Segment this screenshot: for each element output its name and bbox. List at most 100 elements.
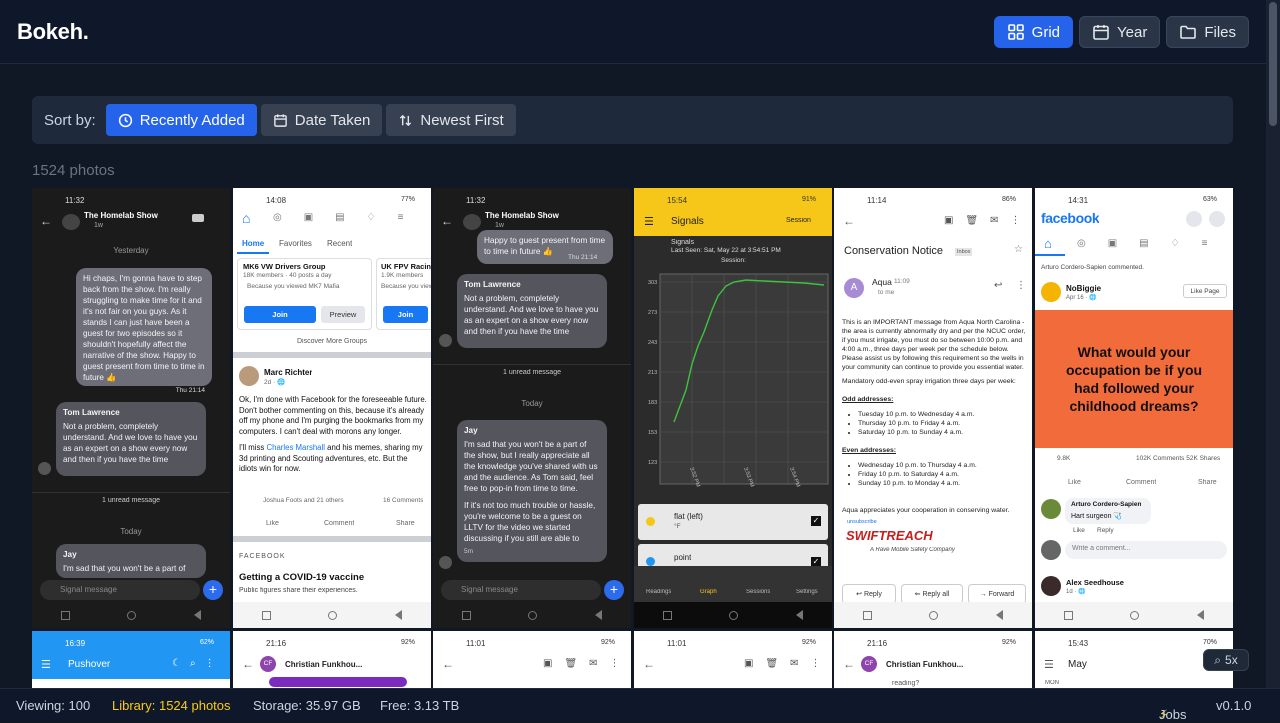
android-nav-bar	[834, 602, 1032, 628]
message-sender: Jay	[464, 426, 478, 435]
folder-icon	[1180, 25, 1197, 39]
photo-tile[interactable]: 14:31 63% facebook ⌕ ⌂ ◎▣▤♢≡ Arturo Cord…	[1035, 188, 1233, 628]
scrollbar-thumb[interactable]	[1269, 2, 1277, 126]
status-battery: 63%	[1203, 196, 1218, 203]
app-logo[interactable]: Bokeh.	[17, 19, 89, 45]
status-battery: 91%	[802, 196, 817, 203]
comment-like: Like	[1073, 527, 1085, 534]
status-time: 21:16	[266, 639, 287, 648]
email-subject: Conservation Notice	[844, 245, 944, 257]
reply-all-button: ⇐ Reply all	[901, 584, 963, 604]
files-view-label: Files	[1204, 23, 1236, 41]
android-nav-bar	[32, 602, 230, 628]
like-action: Like	[1068, 479, 1081, 486]
photo-tile[interactable]: 14:08 77% ⌂ ◎▣▤♢≡ Home Favorites Recent …	[233, 188, 431, 628]
forward-label: Forward	[988, 591, 1015, 598]
post-meta: 2d · 🌐	[264, 379, 286, 386]
card-subtitle: Public figures share their experiences.	[239, 587, 358, 594]
sort-order-button[interactable]: Newest First	[386, 104, 516, 136]
files-view-button[interactable]: Files	[1166, 16, 1249, 48]
photo-tile[interactable]: 11:32 ← The Homelab Show 1w Yesterday Hi…	[32, 188, 230, 628]
status-battery: 77%	[401, 196, 416, 203]
status-time: 11:32	[466, 196, 486, 205]
sort-recently-added-button[interactable]: Recently Added	[105, 104, 257, 136]
grid-view-button[interactable]: Grid	[993, 16, 1074, 48]
photo-tile[interactable]: 21:16 92% ← CF Christian Funkhou...	[233, 631, 431, 688]
photo-tile[interactable]: 11:01 92% ← ▣🗑✉⋮	[433, 631, 631, 688]
unread-divider	[32, 492, 230, 493]
photo-tile[interactable]: 11:32 ← The Homelab Show 1w Happy to gue…	[433, 188, 631, 628]
fb-nav-strip: ◎▣▤♢≡	[1077, 238, 1227, 249]
write-comment-placeholder: Write a comment...	[1072, 545, 1131, 552]
photo-tile[interactable]: 15:54 91% ☰ Signals Session Signals Last…	[634, 188, 832, 628]
sensor-name: flat (left)	[674, 512, 703, 521]
share-action: Share	[396, 520, 415, 527]
photo-tile[interactable]: 11:14 86% ← ▣🗑✉⋮ Conservation Notice Inb…	[834, 188, 1032, 628]
fb-brand: facebook	[1041, 210, 1100, 226]
email-body: This is an IMPORTANT message from Aqua N…	[842, 318, 1028, 515]
bottom-nav	[634, 566, 832, 602]
menu-icon: ☰	[41, 659, 51, 671]
free-space: Free: 3.13 TB	[380, 698, 460, 713]
chat-title: The Homelab Show	[84, 211, 158, 220]
y-tick: 153	[648, 430, 657, 436]
logo-subtitle: A Rave Mobile Safety Company	[870, 547, 955, 553]
like-page-button: Like Page	[1183, 284, 1227, 298]
status-time: 11:01	[667, 639, 687, 648]
android-nav-bar	[233, 602, 431, 628]
join-button: Join	[244, 306, 316, 323]
contact-name: Christian Funkhou...	[886, 660, 964, 669]
post-comments-count: 16 Comments	[383, 497, 424, 504]
comment-action: Comment	[1126, 479, 1157, 486]
message-text: I'm sad that you won't be a part of	[63, 564, 186, 573]
swiftreach-logo: SWIFTREACH	[846, 528, 933, 543]
group-avatar	[463, 214, 481, 230]
even-day: Sunday 10 p.m. to Monday 4 a.m.	[858, 479, 1028, 488]
graph-y-ticks: 303 273 243 213 183 153 123	[648, 280, 657, 466]
tab-recent: Recent	[327, 239, 353, 248]
nav-graph: Graph	[700, 589, 717, 595]
back-arrow-icon: ←	[843, 214, 855, 228]
post-image-text: What would your occupation be if you had…	[1065, 344, 1203, 414]
message-sender: Tom Lawrence	[63, 408, 120, 417]
y-tick: 123	[648, 460, 657, 466]
viewing-count: Viewing: 100	[16, 698, 91, 713]
status-time: 21:16	[867, 639, 888, 648]
year-view-button[interactable]: Year	[1079, 16, 1161, 48]
group-name: UK FPV Racing	[381, 262, 431, 271]
unsubscribe-link: unsubscribe	[847, 519, 877, 525]
sensor-unit: °F	[674, 523, 681, 530]
reply-icon: ↩	[994, 280, 1003, 291]
photo-count: 1524 photos	[32, 162, 115, 179]
zoom-indicator[interactable]: ⌕ 5x	[1203, 649, 1249, 671]
message-input-placeholder: Signal message	[461, 585, 518, 594]
photo-tile[interactable]: 16:39 62% ☰ Pushover ☾⌕⋮	[32, 631, 230, 688]
post-body-2a: I'll miss	[239, 443, 267, 452]
nav-settings: Settings	[796, 589, 818, 595]
android-nav-bar	[433, 602, 631, 628]
group-meta: 18K members · 40 posts a day	[243, 272, 332, 279]
sort-date-taken-button[interactable]: Date Taken	[260, 104, 383, 136]
mail-toolbar-icons: ▣🗑✉⋮	[543, 658, 631, 669]
calendar-day-label: MON	[1045, 680, 1059, 686]
sensor-color-dot	[646, 517, 655, 526]
even-day: Wednesday 10 p.m. to Thursday 4 a.m.	[858, 461, 1028, 470]
inbox-tag: Inbox	[955, 248, 973, 256]
menu-icon: ☰	[644, 216, 654, 228]
comment-reply: Reply	[1097, 527, 1114, 534]
post-reactions: Joshua Foots and 21 others	[263, 497, 344, 504]
status-battery: 92%	[802, 639, 817, 646]
search-icon: ⌕	[1186, 211, 1202, 227]
photo-tile[interactable]: 11:01 92% ← ▣🗑✉⋮	[634, 631, 832, 688]
status-time: 15:54	[667, 196, 688, 205]
photo-tile[interactable]: 21:16 92% ← CF Christian Funkhou... read…	[834, 631, 1032, 688]
signals-label: Signals	[671, 239, 694, 246]
contact-name: Christian Funkhou...	[285, 660, 363, 669]
message-bubble: Tom Lawrence Not a problem, completely u…	[457, 274, 607, 348]
sender-avatar: A	[844, 278, 864, 298]
message-text: Hi chaps, I'm gonna have to step back fr…	[83, 274, 205, 382]
reply-label: Reply	[863, 591, 882, 598]
session-label: Session:	[721, 257, 746, 264]
page-scrollbar[interactable]	[1266, 0, 1280, 688]
year-view-label: Year	[1117, 23, 1148, 41]
